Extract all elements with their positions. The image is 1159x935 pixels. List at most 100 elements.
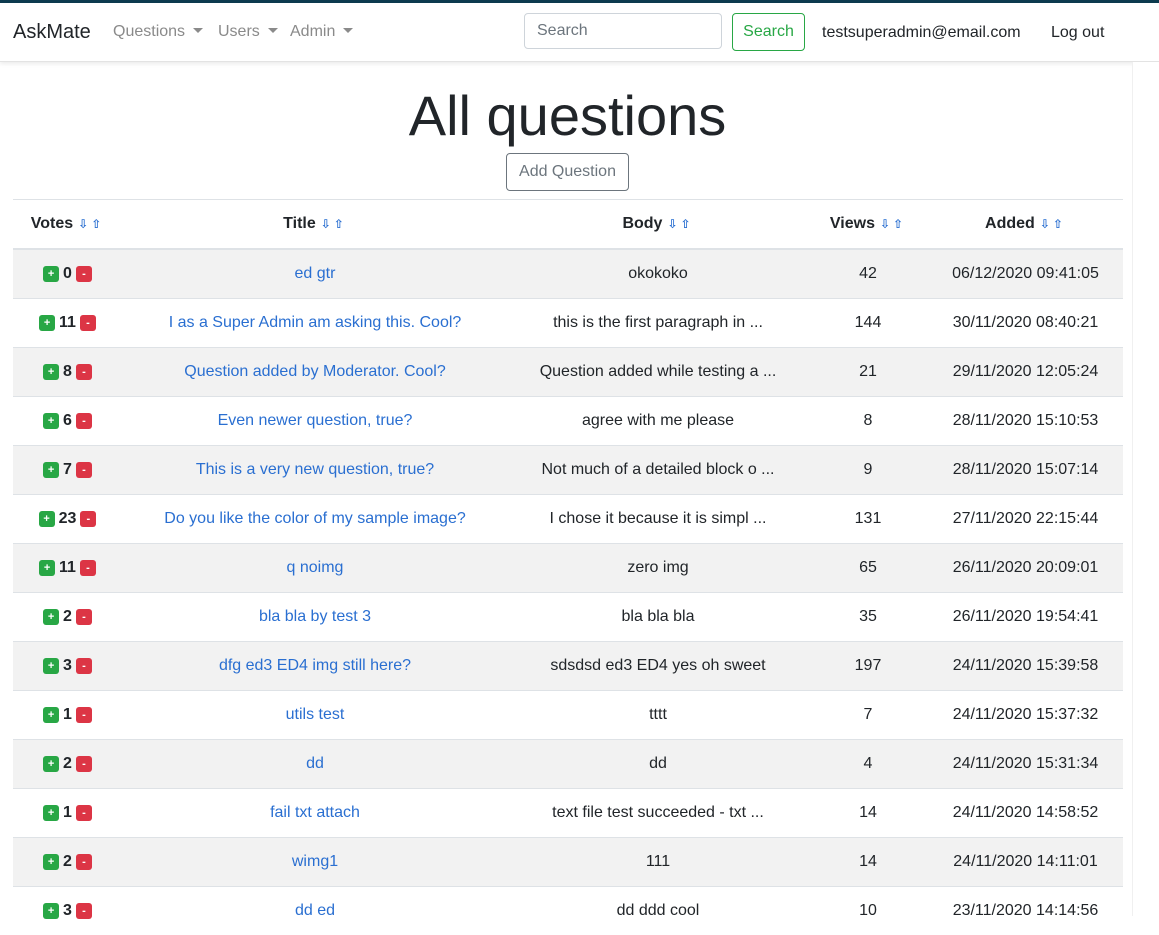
views-cell: 14 bbox=[808, 838, 928, 887]
header-label: Views bbox=[830, 215, 875, 232]
sort-arrows-icon[interactable]: ⇩⇧ bbox=[1040, 217, 1066, 231]
added-cell: 24/11/2020 15:37:32 bbox=[928, 691, 1123, 740]
question-title-link[interactable]: Question added by Moderator. Cool? bbox=[184, 363, 446, 380]
added-cell: 24/11/2020 14:11:01 bbox=[928, 838, 1123, 887]
vote-up-button[interactable]: + bbox=[43, 756, 59, 772]
vote-up-button[interactable]: + bbox=[39, 315, 55, 331]
added-cell: 28/11/2020 15:07:14 bbox=[928, 446, 1123, 495]
logout-link[interactable]: Log out bbox=[1051, 24, 1104, 42]
sort-arrows-icon[interactable]: ⇩⇧ bbox=[880, 217, 906, 231]
votes-cell: +3- bbox=[13, 887, 122, 935]
question-title-link[interactable]: ed gtr bbox=[295, 265, 336, 282]
vote-count: 2 bbox=[63, 608, 72, 626]
question-title-link[interactable]: dfg ed3 ED4 img still here? bbox=[219, 657, 411, 674]
header-label: Title bbox=[283, 215, 316, 232]
question-title-link[interactable]: dd bbox=[306, 755, 324, 772]
body-cell: agree with me please bbox=[508, 397, 808, 446]
body-cell: text file test succeeded - txt ... bbox=[508, 789, 808, 838]
vote-down-button[interactable]: - bbox=[80, 560, 96, 576]
vote-down-button[interactable]: - bbox=[80, 511, 96, 527]
vote-up-button[interactable]: + bbox=[39, 511, 55, 527]
vote-up-button[interactable]: + bbox=[43, 364, 59, 380]
user-email-link[interactable]: testsuperadmin@email.com bbox=[822, 24, 1021, 42]
question-title-link[interactable]: bla bla by test 3 bbox=[259, 608, 371, 625]
title-cell: wimg1 bbox=[122, 838, 508, 887]
table-row: +8-Question added by Moderator. Cool?Que… bbox=[13, 348, 1123, 397]
table-row: +11- I as a Super Admin am asking this. C… bbox=[13, 299, 1123, 348]
nav-menu-label: Questions bbox=[113, 23, 185, 40]
title-cell: utils test bbox=[122, 691, 508, 740]
nav-menu-label: Users bbox=[218, 23, 260, 40]
body-cell: dd bbox=[508, 740, 808, 789]
added-cell: 28/11/2020 15:10:53 bbox=[928, 397, 1123, 446]
vote-up-button[interactable]: + bbox=[43, 805, 59, 821]
page-scrollbar[interactable] bbox=[1132, 62, 1159, 916]
search-input[interactable] bbox=[524, 13, 722, 49]
votes-cell: +2- bbox=[13, 740, 122, 789]
body-cell: tttt bbox=[508, 691, 808, 740]
nav-menu-users[interactable]: Users bbox=[218, 23, 278, 41]
vote-count: 0 bbox=[63, 265, 72, 283]
vote-up-button[interactable]: + bbox=[43, 903, 59, 919]
title-cell: bla bla by test 3 bbox=[122, 593, 508, 642]
vote-down-button[interactable]: - bbox=[76, 903, 92, 919]
question-title-link[interactable]: I as a Super Admin am asking this. Cool? bbox=[169, 314, 462, 331]
title-cell: dd ed bbox=[122, 887, 508, 935]
vote-down-button[interactable]: - bbox=[76, 364, 92, 380]
body-cell: 111 bbox=[508, 838, 808, 887]
question-title-link[interactable]: This is a very new question, true? bbox=[196, 461, 434, 478]
table-row: +2-dddd424/11/2020 15:31:34 bbox=[13, 740, 1123, 789]
vote-down-button[interactable]: - bbox=[76, 609, 92, 625]
question-title-link[interactable]: wimg1 bbox=[292, 853, 338, 870]
nav-menu-admin[interactable]: Admin bbox=[290, 23, 353, 41]
title-cell: This is a very new question, true? bbox=[122, 446, 508, 495]
votes-cell: +1- bbox=[13, 789, 122, 838]
table-row: +6-Even newer question, true?agree with … bbox=[13, 397, 1123, 446]
views-cell: 8 bbox=[808, 397, 928, 446]
vote-count: 3 bbox=[63, 902, 72, 920]
vote-down-button[interactable]: - bbox=[76, 756, 92, 772]
added-cell: 23/11/2020 14:14:56 bbox=[928, 887, 1123, 935]
header-label: Body bbox=[622, 215, 662, 232]
brand-logo[interactable]: AskMate bbox=[13, 21, 91, 44]
nav-menu-questions[interactable]: Questions bbox=[113, 23, 203, 41]
sort-arrows-icon[interactable]: ⇩⇧ bbox=[321, 217, 347, 231]
table-row: +3-dfg ed3 ED4 img still here?sdsdsd ed3… bbox=[13, 642, 1123, 691]
questions-table-body: +0-ed gtrokokoko4206/12/2020 09:41:05+11… bbox=[13, 249, 1123, 935]
votes-cell: +7- bbox=[13, 446, 122, 495]
vote-down-button[interactable]: - bbox=[76, 854, 92, 870]
sort-arrows-icon[interactable]: ⇩⇧ bbox=[667, 217, 693, 231]
vote-down-button[interactable]: - bbox=[76, 462, 92, 478]
question-title-link[interactable]: dd ed bbox=[295, 902, 335, 919]
title-cell: dfg ed3 ED4 img still here? bbox=[122, 642, 508, 691]
sort-arrows-icon[interactable]: ⇩⇧ bbox=[78, 217, 104, 231]
search-button[interactable]: Search bbox=[732, 13, 805, 51]
vote-up-button[interactable]: + bbox=[43, 462, 59, 478]
vote-down-button[interactable]: - bbox=[76, 658, 92, 674]
vote-down-button[interactable]: - bbox=[76, 413, 92, 429]
vote-down-button[interactable]: - bbox=[80, 315, 96, 331]
vote-down-button[interactable]: - bbox=[76, 707, 92, 723]
table-row: +0-ed gtrokokoko4206/12/2020 09:41:05 bbox=[13, 249, 1123, 299]
vote-up-button[interactable]: + bbox=[43, 658, 59, 674]
vote-up-button[interactable]: + bbox=[43, 266, 59, 282]
body-cell: Not much of a detailed block o ... bbox=[508, 446, 808, 495]
vote-down-button[interactable]: - bbox=[76, 805, 92, 821]
question-title-link[interactable]: utils test bbox=[286, 706, 345, 723]
vote-up-button[interactable]: + bbox=[43, 707, 59, 723]
question-title-link[interactable]: Do you like the color of my sample image… bbox=[164, 510, 465, 527]
vote-up-button[interactable]: + bbox=[43, 609, 59, 625]
vote-count: 8 bbox=[63, 363, 72, 381]
views-cell: 65 bbox=[808, 544, 928, 593]
question-title-link[interactable]: q noimg bbox=[287, 559, 344, 576]
add-question-button[interactable]: Add Question bbox=[506, 153, 629, 191]
vote-down-button[interactable]: - bbox=[76, 266, 92, 282]
table-row: +23-Do you like the color of my sample i… bbox=[13, 495, 1123, 544]
vote-up-button[interactable]: + bbox=[43, 413, 59, 429]
question-title-link[interactable]: Even newer question, true? bbox=[218, 412, 413, 429]
views-cell: 10 bbox=[808, 887, 928, 935]
vote-up-button[interactable]: + bbox=[43, 854, 59, 870]
vote-count: 11 bbox=[59, 314, 76, 332]
question-title-link[interactable]: fail txt attach bbox=[270, 804, 360, 821]
vote-up-button[interactable]: + bbox=[39, 560, 55, 576]
